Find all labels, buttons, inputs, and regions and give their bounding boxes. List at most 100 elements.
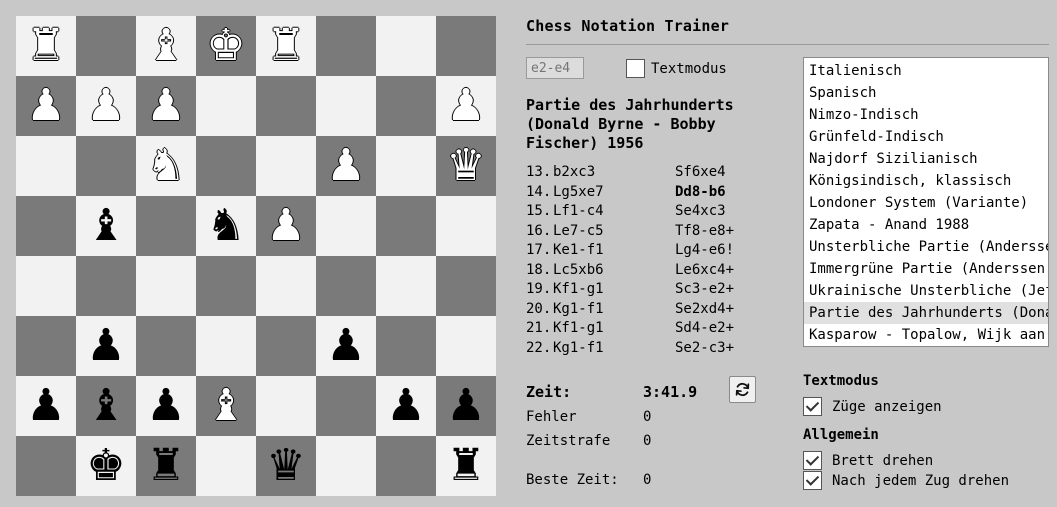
white-king-icon[interactable]: ♚ [206, 24, 245, 68]
zuege-anzeigen-checkbox[interactable] [803, 397, 822, 416]
board-square[interactable] [256, 136, 316, 196]
board-square[interactable] [16, 196, 76, 256]
board-square[interactable] [376, 256, 436, 316]
board-square[interactable]: ♟ [316, 316, 376, 376]
board-square[interactable] [196, 136, 256, 196]
white-pawn-icon[interactable]: ♟ [86, 84, 125, 128]
board-square[interactable] [436, 16, 496, 76]
board-square[interactable] [16, 256, 76, 316]
black-pawn-icon[interactable]: ♟ [386, 384, 425, 428]
brett-drehen-option[interactable]: Brett drehen [803, 451, 933, 470]
chess-board[interactable]: ♜ ♝ ♚ ♜ ♟ ♟ ♟ ♟ ♞ ♟ ♛ ♝ ♞ ♟ ♟ ♟ ♟ ♝ ♟ ♝ ♟ ♟ ♚ ♜ ♛ ♜ [16, 16, 496, 496]
white-pawn-icon[interactable]: ♟ [266, 204, 305, 248]
white-pawn-icon[interactable]: ♟ [326, 144, 365, 188]
brett-drehen-checkbox[interactable] [803, 451, 822, 470]
black-pawn-icon[interactable]: ♟ [26, 384, 65, 428]
board-square[interactable]: ♛ [256, 436, 316, 496]
white-rook-icon[interactable]: ♜ [266, 24, 305, 68]
board-square[interactable]: ♟ [436, 376, 496, 436]
board-square[interactable]: ♜ [436, 436, 496, 496]
game-list-item[interactable]: Spanisch [804, 82, 1048, 104]
board-square[interactable] [196, 256, 256, 316]
white-queen-icon[interactable]: ♛ [446, 144, 485, 188]
black-king-icon[interactable]: ♚ [86, 444, 125, 488]
board-square[interactable] [16, 436, 76, 496]
textmodus-toggle[interactable]: Textmodus [626, 59, 727, 78]
game-list-item[interactable]: Kasparow - Topalow, Wijk aan Z [804, 324, 1048, 346]
game-list-item[interactable]: Immergrüne Partie (Anderssen - [804, 258, 1048, 280]
board-square[interactable] [376, 196, 436, 256]
board-square[interactable]: ♟ [316, 136, 376, 196]
board-square[interactable] [436, 256, 496, 316]
white-pawn-icon[interactable]: ♟ [146, 84, 185, 128]
game-list-item[interactable]: Unsterbliche Partie (Anderssen [804, 236, 1048, 258]
black-pawn-icon[interactable]: ♟ [146, 384, 185, 428]
board-square[interactable] [196, 436, 256, 496]
game-list-item[interactable]: Nimzo-Indisch [804, 104, 1048, 126]
board-square[interactable]: ♜ [256, 16, 316, 76]
board-square[interactable]: ♚ [76, 436, 136, 496]
board-square[interactable] [436, 196, 496, 256]
board-square[interactable] [256, 316, 316, 376]
board-square[interactable]: ♟ [376, 376, 436, 436]
game-list-item[interactable]: Londoner System (Variante) [804, 192, 1048, 214]
board-square[interactable] [256, 76, 316, 136]
board-square[interactable]: ♟ [16, 76, 76, 136]
black-bishop-icon[interactable]: ♝ [86, 384, 125, 428]
black-rook-icon[interactable]: ♜ [146, 444, 185, 488]
board-square[interactable]: ♞ [136, 136, 196, 196]
game-list-item[interactable]: Ukrainische Unsterbliche (Jefi [804, 280, 1048, 302]
white-bishop-icon[interactable]: ♝ [146, 24, 185, 68]
board-square[interactable] [316, 16, 376, 76]
board-square[interactable] [376, 316, 436, 376]
nach-jedem-zug-checkbox[interactable] [803, 471, 822, 490]
black-rook-icon[interactable]: ♜ [446, 444, 485, 488]
nach-jedem-zug-option[interactable]: Nach jedem Zug drehen [803, 471, 1009, 490]
white-bishop-icon[interactable]: ♝ [206, 384, 245, 428]
board-square[interactable] [316, 256, 376, 316]
black-pawn-icon[interactable]: ♟ [446, 384, 485, 428]
black-queen-icon[interactable]: ♛ [266, 444, 305, 488]
game-list-item-selected[interactable]: Partie des Jahrhunderts (Donal [804, 302, 1048, 324]
board-square[interactable] [316, 76, 376, 136]
board-square[interactable]: ♜ [16, 16, 76, 76]
board-square[interactable] [196, 316, 256, 376]
game-list-item[interactable]: Grünfeld-Indisch [804, 126, 1048, 148]
board-square[interactable] [316, 376, 376, 436]
board-square[interactable] [376, 136, 436, 196]
board-square[interactable]: ♝ [136, 16, 196, 76]
board-square[interactable]: ♞ [196, 196, 256, 256]
board-square[interactable] [136, 196, 196, 256]
zuege-anzeigen-option[interactable]: Züge anzeigen [803, 397, 942, 416]
board-square[interactable]: ♚ [196, 16, 256, 76]
white-knight-icon[interactable]: ♞ [146, 144, 185, 188]
board-square[interactable] [136, 316, 196, 376]
board-square[interactable]: ♟ [436, 76, 496, 136]
game-list-item[interactable]: Zapata - Anand 1988 [804, 214, 1048, 236]
board-square[interactable]: ♟ [136, 76, 196, 136]
board-square[interactable]: ♝ [76, 196, 136, 256]
game-list-item[interactable]: Najdorf Sizilianisch [804, 148, 1048, 170]
board-square[interactable] [376, 76, 436, 136]
game-list[interactable]: Italienisch Spanisch Nimzo-Indisch Grünf… [803, 57, 1049, 347]
board-square[interactable]: ♝ [76, 376, 136, 436]
board-square[interactable] [256, 256, 316, 316]
board-square[interactable] [316, 436, 376, 496]
board-square[interactable] [16, 136, 76, 196]
white-rook-icon[interactable]: ♜ [26, 24, 65, 68]
board-square[interactable] [256, 376, 316, 436]
board-square[interactable]: ♟ [136, 376, 196, 436]
restart-button[interactable] [729, 376, 756, 403]
board-square[interactable] [76, 256, 136, 316]
black-bishop-icon[interactable]: ♝ [86, 204, 125, 248]
board-square[interactable]: ♟ [76, 76, 136, 136]
black-pawn-icon[interactable]: ♟ [86, 324, 125, 368]
board-square[interactable] [76, 16, 136, 76]
board-square[interactable]: ♟ [256, 196, 316, 256]
textmodus-checkbox[interactable] [626, 59, 645, 78]
move-input[interactable] [526, 57, 584, 79]
board-square[interactable] [376, 16, 436, 76]
game-list-item[interactable]: Königsindisch, klassisch [804, 170, 1048, 192]
board-square[interactable] [316, 196, 376, 256]
board-square[interactable] [76, 136, 136, 196]
